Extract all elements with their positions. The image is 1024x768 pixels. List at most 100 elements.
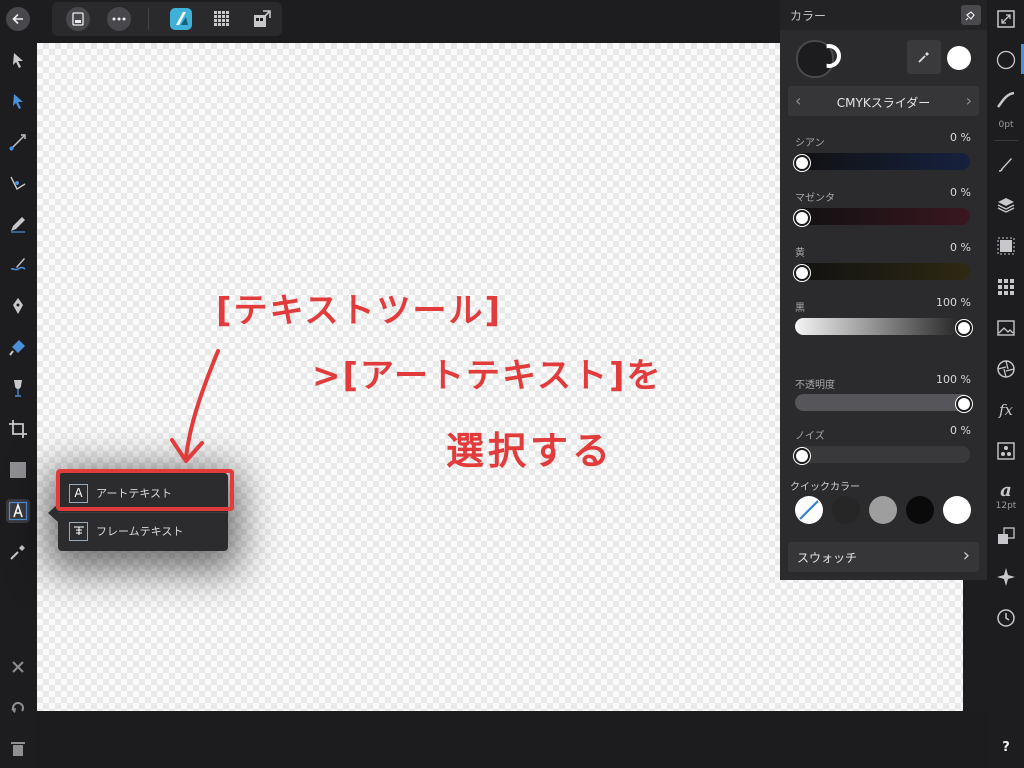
studio-layout-button[interactable] — [994, 7, 1018, 31]
chevron-right-icon[interactable]: › — [966, 91, 972, 110]
designer-persona-icon — [176, 12, 188, 25]
text-tool-popup: A アートテキスト フレームテキスト — [48, 469, 234, 551]
left-toolbar — [0, 38, 36, 768]
trash-icon — [11, 742, 25, 756]
highlight-box — [56, 469, 234, 511]
color-picker-tool[interactable] — [6, 540, 30, 564]
pixel-persona-icon — [214, 11, 229, 26]
quick-color-none[interactable] — [795, 496, 823, 524]
stock-studio-button[interactable] — [994, 316, 1018, 340]
text-styles-studio-button[interactable]: a — [994, 478, 1018, 502]
pen-tool[interactable] — [6, 294, 30, 318]
corner-tool[interactable] — [6, 171, 30, 195]
noise-slider[interactable] — [795, 446, 970, 463]
studio-divider — [994, 140, 1018, 141]
chevron-right-icon: › — [962, 545, 970, 566]
effects-studio-button[interactable] — [994, 234, 1018, 258]
fx-icon: fx — [998, 401, 1013, 419]
undo-button[interactable] — [6, 696, 30, 720]
panel-header: カラー — [780, 0, 987, 30]
mode-selector[interactable]: ‹ CMYKスライダー › — [788, 86, 979, 116]
back-arrow-icon — [12, 13, 23, 25]
wine-glass-icon — [14, 380, 22, 397]
annotation-line-2: >[アートテキスト]を — [312, 356, 663, 396]
text-tool[interactable] — [6, 499, 30, 523]
fill-tool[interactable] — [6, 335, 30, 359]
symbols-studio-button[interactable] — [994, 439, 1018, 463]
yellow-label: 黄 — [795, 248, 805, 259]
opacity-slider[interactable] — [795, 394, 970, 411]
image-icon — [997, 320, 1015, 336]
more-icon — [112, 17, 126, 21]
square-shape-icon — [10, 462, 26, 478]
more-button[interactable] — [107, 7, 131, 31]
quick-color-gray[interactable] — [869, 496, 897, 524]
delete-button[interactable] — [6, 737, 30, 761]
assets-studio-button[interactable] — [994, 275, 1018, 299]
cyan-knob[interactable] — [794, 155, 810, 171]
pencil-tool[interactable] — [6, 212, 30, 236]
stroke-width-label: 0pt — [998, 120, 1014, 130]
magenta-knob[interactable] — [794, 210, 810, 226]
brush-icon — [10, 258, 26, 271]
vector-brush-tool[interactable] — [6, 253, 30, 277]
stroke-studio-button[interactable] — [994, 88, 1018, 112]
crop-tool[interactable] — [6, 417, 30, 441]
pin-button[interactable] — [961, 5, 981, 25]
yellow-value: 0 % — [950, 241, 971, 254]
workspace-bottom — [37, 711, 987, 768]
text-frame-icon — [8, 501, 28, 521]
move-arrow-icon — [13, 53, 23, 68]
font-size-label: 12pt — [995, 501, 1017, 511]
designer-persona-button[interactable] — [170, 8, 192, 30]
yellow-knob[interactable] — [794, 265, 810, 281]
shape-tool[interactable] — [6, 458, 30, 482]
opacity-knob[interactable] — [956, 396, 972, 412]
swatches-row[interactable]: スウォッチ › — [788, 542, 979, 572]
layers-studio-button[interactable] — [994, 193, 1018, 217]
color-panel: カラー ‹ CMYKスライダー › シアン 0 % マゼンタ 0 % 黄 0 %… — [780, 0, 987, 580]
back-button[interactable] — [6, 7, 30, 31]
close-tool-button[interactable] — [6, 655, 30, 679]
cyan-slider[interactable] — [795, 153, 970, 170]
help-button[interactable]: ? — [988, 740, 1024, 755]
history-studio-button[interactable] — [994, 606, 1018, 630]
export-persona-button[interactable] — [252, 9, 272, 29]
gradient-tool-icon — [9, 134, 26, 151]
transparency-brush-tool[interactable] — [6, 376, 30, 400]
fill-bucket-icon — [9, 340, 25, 356]
quick-color-white[interactable] — [943, 496, 971, 524]
transparency-tool[interactable] — [6, 130, 30, 154]
magenta-value: 0 % — [950, 186, 971, 199]
black-knob[interactable] — [956, 320, 972, 336]
eyedropper-icon — [10, 545, 25, 560]
navigator-studio-button[interactable] — [994, 565, 1018, 589]
black-slider[interactable] — [795, 318, 970, 335]
yellow-slider[interactable] — [795, 263, 970, 280]
node-tool[interactable] — [6, 89, 30, 113]
appearance-studio-button[interactable] — [994, 357, 1018, 381]
pen-nib-icon — [13, 298, 23, 314]
annotation-arrow — [170, 349, 220, 463]
eyedropper-button[interactable] — [907, 40, 941, 74]
symbols-icon — [997, 442, 1015, 460]
document-button[interactable] — [66, 7, 90, 31]
color-studio-button[interactable] — [994, 48, 1018, 72]
no-color-icon — [799, 500, 819, 520]
frame-text-menu-item[interactable]: フレームテキスト — [58, 513, 228, 549]
expand-icon — [997, 10, 1015, 28]
brushes-studio-button[interactable] — [994, 152, 1018, 176]
crop-icon — [9, 420, 27, 438]
annotation-line-1: [テキストツール] — [216, 291, 503, 331]
quick-color-black[interactable] — [906, 496, 934, 524]
magenta-slider[interactable] — [795, 208, 970, 225]
layers-icon — [997, 198, 1015, 213]
frame-text-icon — [69, 521, 88, 541]
fx-studio-button[interactable]: fx — [994, 398, 1018, 422]
quick-color-dark-gray[interactable] — [832, 496, 860, 524]
move-tool[interactable] — [6, 48, 30, 72]
pixel-persona-button[interactable] — [212, 9, 232, 29]
transform-studio-button[interactable] — [994, 524, 1018, 548]
picked-color-preview[interactable] — [947, 46, 971, 70]
noise-knob[interactable] — [794, 448, 810, 464]
